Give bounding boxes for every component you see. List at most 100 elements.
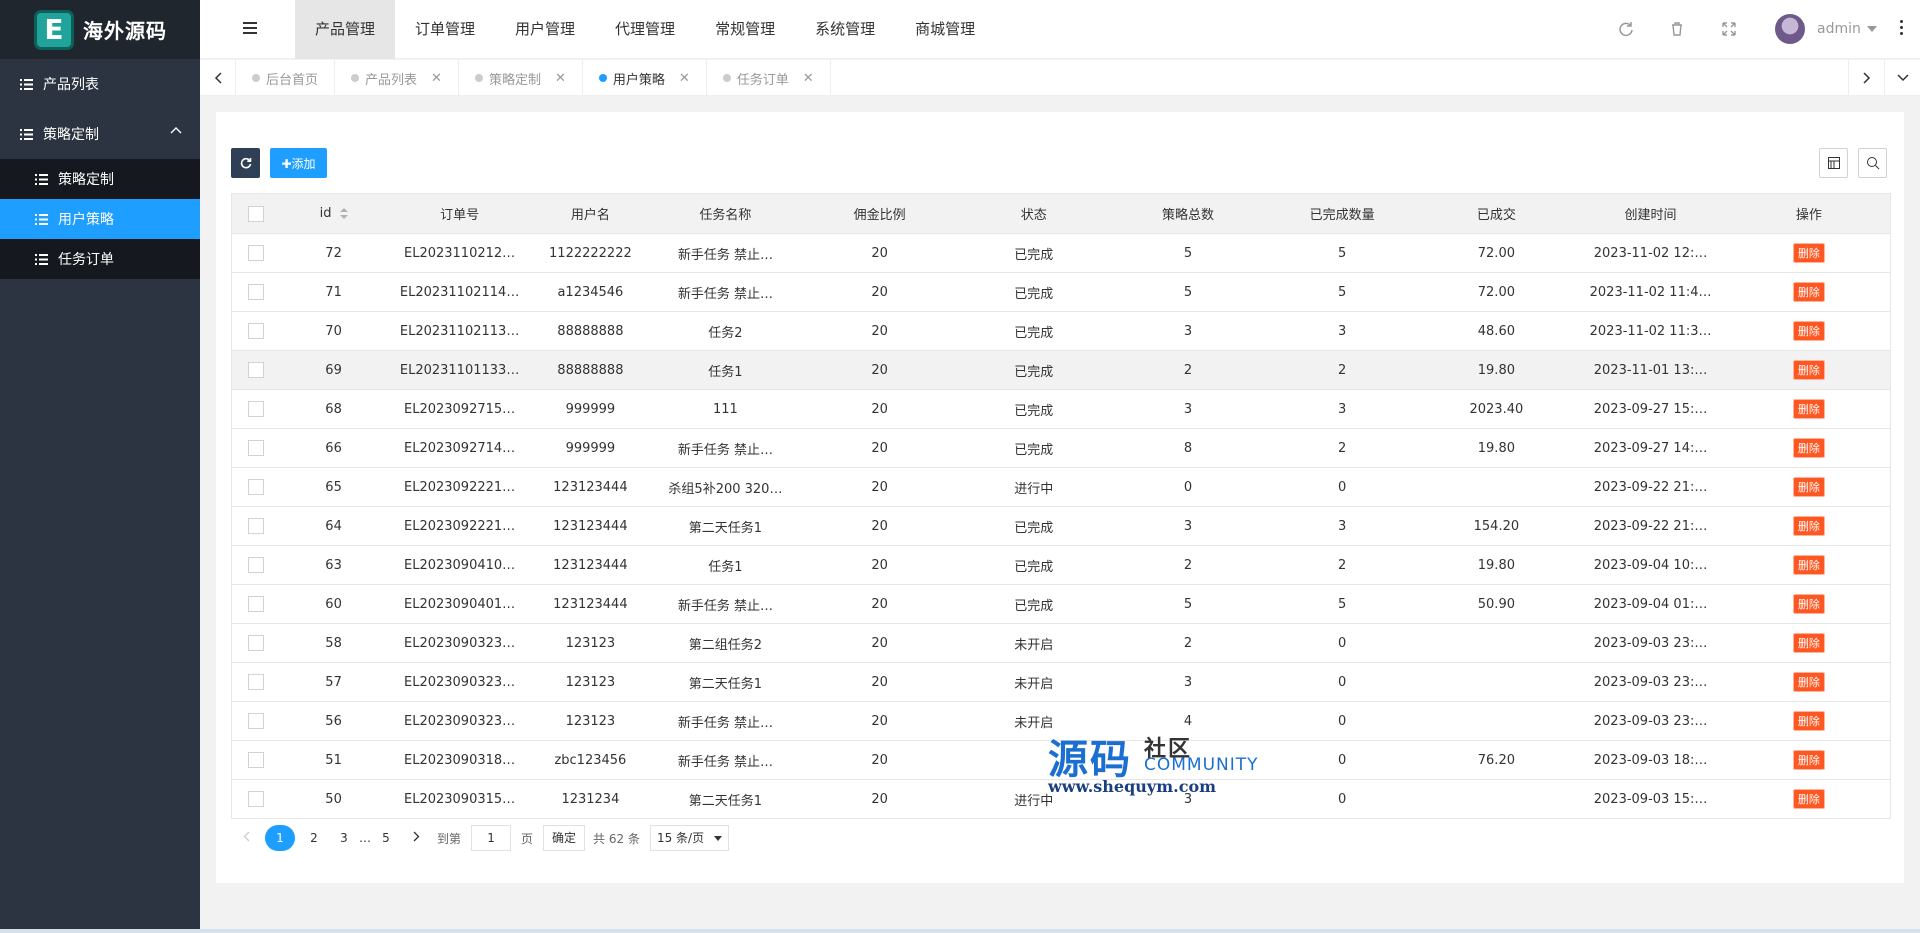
table-row[interactable]: 72 EL2023110212… 1122222222 新手任务 禁止… 20 已完成 5 5… (231, 233, 1891, 273)
delete-button[interactable]: 删除 (1792, 555, 1825, 575)
row-select-cell[interactable] (231, 584, 281, 624)
top-menu-mall[interactable]: 商城管理 (895, 0, 995, 59)
menu-toggle-icon[interactable] (243, 22, 257, 34)
tab-scroll-left[interactable] (200, 60, 236, 96)
delete-button[interactable]: 删除 (1792, 321, 1825, 341)
row-select-cell[interactable] (231, 311, 281, 351)
sidebar-subitem-strategy-custom[interactable]: 策略定制 (0, 159, 200, 199)
top-menu-agents[interactable]: 代理管理 (595, 0, 695, 59)
sidebar-item-strategy[interactable]: 策略定制 (0, 109, 200, 159)
table-row[interactable]: 60 EL2023090401… 123123444 新手任务 禁止… 20 已完成 5 5 5… (231, 584, 1891, 624)
delete-button[interactable]: 删除 (1792, 282, 1825, 302)
row-select-cell[interactable] (231, 350, 281, 390)
delete-button[interactable]: 删除 (1792, 633, 1825, 653)
columns-button[interactable] (1819, 148, 1848, 178)
table-row[interactable]: 63 EL2023090410… 123123444 任务1 20 已完成 2 2 19.80 2… (231, 545, 1891, 585)
row-select-cell[interactable] (231, 701, 281, 741)
goto-page-input[interactable]: 1 (471, 825, 512, 851)
table-row[interactable]: 68 EL2023092715… 999999 111 20 已完成 3 3 2023.40 20… (231, 389, 1891, 429)
page-button[interactable]: 1 (265, 825, 295, 851)
top-menu-orders[interactable]: 订单管理 (395, 0, 495, 59)
top-menu-system[interactable]: 系统管理 (795, 0, 895, 59)
sidebar-item-product-list[interactable]: 产品列表 (0, 59, 200, 109)
row-checkbox[interactable] (248, 440, 265, 456)
row-checkbox[interactable] (248, 362, 265, 378)
top-menu-products[interactable]: 产品管理 (295, 0, 396, 59)
delete-button[interactable]: 删除 (1792, 711, 1825, 731)
tab-home[interactable]: 后台首页 (236, 60, 336, 96)
close-icon[interactable]: ✕ (431, 71, 442, 86)
sort-icon[interactable] (339, 208, 348, 219)
page-button[interactable]: 2 (303, 825, 325, 851)
select-all-cell[interactable] (231, 193, 281, 234)
row-select-cell[interactable] (231, 272, 281, 312)
row-checkbox[interactable] (248, 284, 265, 300)
row-checkbox[interactable] (248, 635, 265, 651)
row-select-cell[interactable] (231, 389, 281, 429)
table-row[interactable]: 64 EL2023092221… 123123444 第二天任务1 20 已完成 3 3 154… (231, 506, 1891, 546)
delete-button[interactable]: 删除 (1792, 360, 1825, 380)
goto-confirm-button[interactable]: 确定 (543, 825, 586, 851)
tab-dropdown[interactable] (1884, 60, 1920, 96)
row-checkbox[interactable] (248, 479, 265, 495)
search-button[interactable] (1858, 148, 1887, 178)
delete-button[interactable]: 删除 (1792, 750, 1825, 770)
close-icon[interactable]: ✕ (803, 71, 814, 86)
delete-button[interactable]: 删除 (1792, 477, 1825, 497)
page-button[interactable]: 3 (333, 825, 355, 851)
more-vertical-icon[interactable] (1900, 20, 1904, 36)
tab-scroll-right[interactable] (1848, 60, 1884, 96)
delete-button[interactable]: 删除 (1792, 672, 1825, 692)
table-row[interactable]: 51 EL2023090318… zbc123456 新手任务 禁止… 20 0 76.20… (231, 740, 1891, 780)
sidebar-subitem-user-strategy[interactable]: 用户策略 (0, 199, 200, 239)
table-row[interactable]: 70 EL20231102113… 88888888 任务2 20 已完成 3 3 48.60 2… (231, 311, 1891, 351)
tab-strategy[interactable]: 策略定制 ✕ (459, 60, 583, 96)
row-checkbox[interactable] (248, 401, 265, 417)
row-checkbox[interactable] (248, 323, 265, 339)
refresh-button[interactable] (231, 148, 260, 178)
row-checkbox[interactable] (248, 791, 265, 807)
row-select-cell[interactable] (231, 233, 281, 273)
row-checkbox[interactable] (248, 674, 265, 690)
tab-product-list[interactable]: 产品列表 ✕ (335, 60, 459, 96)
tab-user-strategy[interactable]: 用户策略 ✕ (583, 60, 707, 96)
table-row[interactable]: 57 EL2023090323… 123123 第二天任务1 20 未开启 3 0 2023-0… (231, 662, 1891, 702)
delete-button[interactable]: 删除 (1792, 438, 1825, 458)
row-select-cell[interactable] (231, 506, 281, 546)
next-page-button[interactable] (405, 825, 427, 851)
table-row[interactable]: 65 EL2023092221… 123123444 杀组5补200 320… 20 进行… (231, 467, 1891, 507)
delete-button[interactable]: 删除 (1792, 243, 1825, 263)
delete-button[interactable]: 删除 (1792, 594, 1825, 614)
row-select-cell[interactable] (231, 545, 281, 585)
row-checkbox[interactable] (248, 713, 265, 729)
add-button[interactable]: ✚添加 (270, 148, 327, 178)
table-row[interactable]: 66 EL2023092714… 999999 新手任务 禁止… 20 已完成 8 2 19.8… (231, 428, 1891, 468)
row-select-cell[interactable] (231, 623, 281, 663)
top-menu-users[interactable]: 用户管理 (495, 0, 595, 59)
fullscreen-icon[interactable] (1720, 20, 1738, 38)
table-row[interactable]: 71 EL20231102114… a1234546 新手任务 禁止… 20 已完成 5 5 7… (231, 272, 1891, 312)
row-checkbox[interactable] (248, 557, 265, 573)
delete-button[interactable]: 删除 (1792, 399, 1825, 419)
top-menu-general[interactable]: 常规管理 (695, 0, 795, 59)
close-icon[interactable]: ✕ (555, 71, 566, 86)
table-row[interactable]: 56 EL2023090323… 123123 新手任务 禁止… 20 未开启 4 0 2023… (231, 701, 1891, 741)
select-all-checkbox[interactable] (248, 205, 265, 222)
row-select-cell[interactable] (231, 428, 281, 468)
column-header[interactable]: id (280, 193, 387, 234)
delete-button[interactable]: 删除 (1792, 516, 1825, 536)
page-button[interactable]: 5 (375, 825, 397, 851)
row-select-cell[interactable] (231, 467, 281, 507)
prev-page-button[interactable] (235, 825, 257, 851)
close-icon[interactable]: ✕ (679, 71, 690, 86)
row-checkbox[interactable] (248, 245, 265, 261)
user-menu[interactable]: admin (1775, 14, 1877, 44)
table-row[interactable]: 50 EL2023090315… 1231234 第二天任务1 20 进行中 3 0 2023-… (231, 779, 1891, 819)
delete-button[interactable]: 删除 (1792, 789, 1825, 809)
table-row[interactable]: 69 EL20231101133… 88888888 任务1 20 已完成 2 2 19.80 2… (231, 350, 1891, 390)
logo[interactable]: E 海外源码 (0, 0, 200, 59)
page-size-select[interactable]: 15 条/页 (649, 825, 730, 851)
row-checkbox[interactable] (248, 752, 265, 768)
row-select-cell[interactable] (231, 662, 281, 702)
row-select-cell[interactable] (231, 779, 281, 819)
